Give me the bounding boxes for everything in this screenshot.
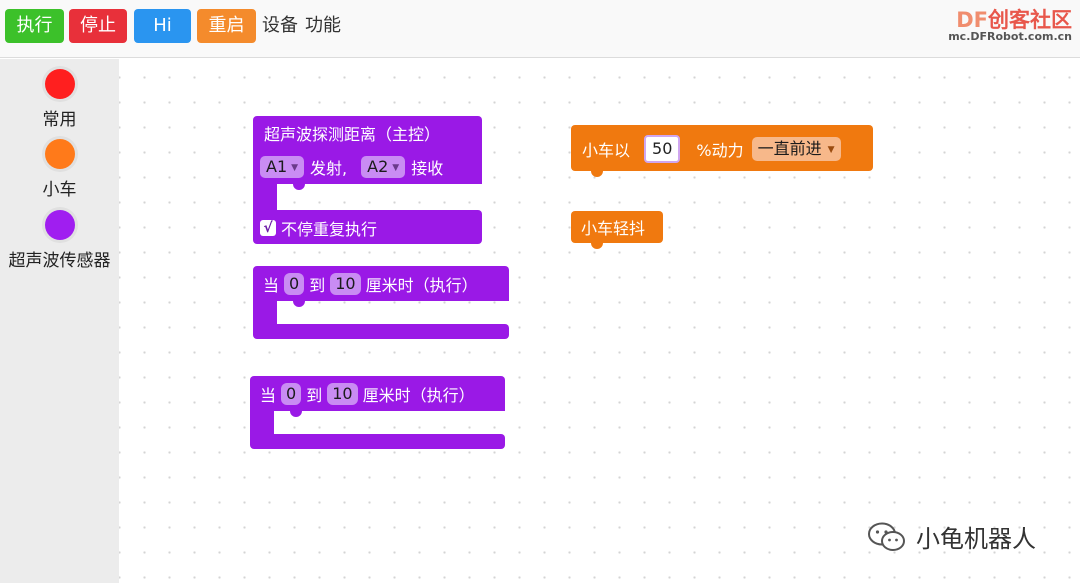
category-ultrasonic[interactable]: 超声波传感器 [0, 210, 119, 271]
distance-range-block[interactable]: 当 0 到 10 厘米时（执行） [250, 376, 505, 450]
category-common[interactable]: 常用 [0, 69, 119, 130]
restart-button[interactable]: 重启 [197, 9, 256, 43]
category-dot-icon [44, 139, 75, 169]
block-footer [253, 324, 509, 339]
block-spine [253, 180, 277, 214]
category-label: 超声波传感器 [8, 251, 111, 271]
range-to-input[interactable]: 10 [327, 383, 358, 405]
logo-url: mc.DFRobot.com.cn [948, 30, 1072, 43]
direction-dropdown[interactable]: 一直前进 ▼ [751, 137, 841, 161]
logo-df: DF [956, 8, 988, 32]
category-label: 常用 [42, 110, 77, 130]
block-notch [293, 184, 305, 190]
trig-pin-value: A1 [266, 157, 288, 176]
range-to-input[interactable]: 10 [330, 273, 361, 295]
power-unit: %动力 [696, 141, 744, 160]
stop-button[interactable]: 停止 [69, 9, 127, 43]
echo-pin-value: A2 [367, 157, 389, 176]
direction-value: 一直前进 [757, 139, 822, 158]
dropdown-arrow-icon: ▼ [291, 162, 299, 173]
menu-function[interactable]: 功能 [305, 14, 341, 38]
range-suffix: 厘米时（执行） [365, 276, 478, 295]
logo-text: 创客社区 [988, 8, 1072, 32]
category-dot-icon [44, 69, 75, 99]
block-workspace[interactable]: 超声波探测距离（主控） A1 ▼ 发射, A2 ▼ 接收 √ 不停重复执行 当 0 … [119, 59, 1080, 583]
toolbar: 执行 停止 Hi 重启 设备 功能 DF创客社区 mc.DFRobot.com.… [0, 0, 1080, 58]
block-notch [591, 243, 603, 249]
block-notch [591, 171, 603, 177]
run-button[interactable]: 执行 [5, 9, 64, 43]
emit-label: 发射, [310, 159, 348, 178]
receive-label: 接收 [411, 159, 444, 178]
distance-range-block[interactable]: 当 0 到 10 厘米时（执行） [253, 266, 509, 340]
range-to-label: 到 [309, 276, 326, 295]
range-suffix: 厘米时（执行） [362, 386, 475, 405]
watermark-text: 小龟机器人 [916, 525, 1036, 553]
block-footer [250, 434, 505, 449]
trig-pin-dropdown[interactable]: A1 ▼ [260, 156, 305, 178]
range-from-input[interactable]: 0 [281, 383, 302, 405]
hi-button[interactable]: Hi [134, 9, 191, 43]
repeat-label: 不停重复执行 [281, 220, 378, 239]
category-car[interactable]: 小车 [0, 139, 119, 200]
wechat-icon [868, 522, 905, 551]
ultrasonic-title: 超声波探测距离（主控） [264, 125, 441, 144]
range-prefix: 当 [263, 276, 280, 295]
category-sidebar: 常用 小车 超声波传感器 [0, 59, 119, 583]
category-dot-icon [44, 210, 75, 240]
echo-pin-dropdown[interactable]: A2 ▼ [361, 156, 406, 178]
repeat-checkbox[interactable]: √ [260, 220, 276, 236]
range-from-input[interactable]: 0 [284, 273, 305, 295]
block-notch [293, 301, 305, 307]
block-notch [290, 411, 302, 417]
dropdown-arrow-icon: ▼ [827, 144, 835, 155]
car-move-prefix: 小车以 [582, 141, 631, 160]
menu-device[interactable]: 设备 [262, 14, 298, 38]
range-to-label: 到 [306, 386, 323, 405]
power-input[interactable]: 50 [644, 135, 681, 163]
car-shake-block[interactable]: 小车轻抖 [571, 211, 663, 249]
wechat-watermark: 小龟机器人 [866, 519, 1036, 554]
dropdown-arrow-icon: ▼ [392, 162, 400, 173]
car-shake-label: 小车轻抖 [581, 219, 646, 238]
car-move-block[interactable]: 小车以 50 %动力 一直前进 ▼ [571, 125, 873, 177]
category-label: 小车 [42, 180, 77, 200]
range-prefix: 当 [260, 386, 277, 405]
ultrasonic-block[interactable]: 超声波探测距离（主控） A1 ▼ 发射, A2 ▼ 接收 √ 不停重复执行 [253, 116, 482, 245]
